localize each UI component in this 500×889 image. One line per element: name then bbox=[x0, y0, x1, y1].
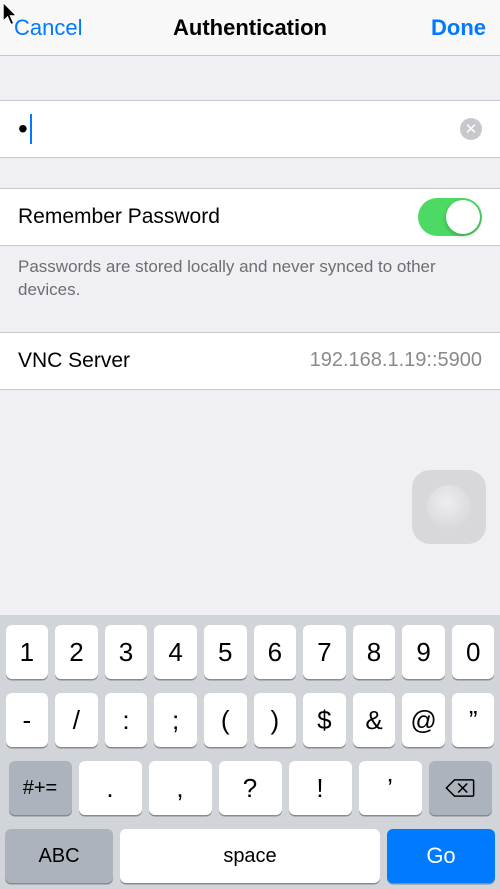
key-8[interactable]: 8 bbox=[353, 625, 396, 679]
key-”[interactable]: ” bbox=[452, 693, 495, 747]
key-7[interactable]: 7 bbox=[303, 625, 346, 679]
key-space[interactable]: space bbox=[120, 829, 380, 883]
remember-password-toggle[interactable] bbox=[418, 198, 482, 236]
key-abc[interactable]: ABC bbox=[5, 829, 113, 883]
key-@[interactable]: @ bbox=[402, 693, 445, 747]
key-9[interactable]: 9 bbox=[402, 625, 445, 679]
keyboard: 1234567890 -/:;()$&@” #+= .,?!’ ABC spac… bbox=[0, 615, 500, 889]
key-3[interactable]: 3 bbox=[105, 625, 148, 679]
key-5[interactable]: 5 bbox=[204, 625, 247, 679]
vnc-server-row: VNC Server 192.168.1.19::5900 bbox=[0, 333, 500, 389]
vnc-server-value: 192.168.1.19::5900 bbox=[310, 349, 482, 372]
clear-text-icon[interactable]: ✕ bbox=[460, 118, 482, 140]
key-?[interactable]: ? bbox=[219, 761, 282, 815]
key-$[interactable]: $ bbox=[303, 693, 346, 747]
vnc-server-label: VNC Server bbox=[18, 349, 310, 373]
remember-group: Remember Password bbox=[0, 188, 500, 246]
key-:[interactable]: : bbox=[105, 693, 148, 747]
backspace-icon bbox=[445, 777, 475, 799]
key-.[interactable]: . bbox=[79, 761, 142, 815]
key-0[interactable]: 0 bbox=[452, 625, 495, 679]
server-group: VNC Server 192.168.1.19::5900 bbox=[0, 332, 500, 390]
key-![interactable]: ! bbox=[289, 761, 352, 815]
key-&[interactable]: & bbox=[353, 693, 396, 747]
x-icon: ✕ bbox=[465, 122, 478, 137]
toggle-knob bbox=[446, 200, 480, 234]
key-go[interactable]: Go bbox=[387, 829, 495, 883]
key-’[interactable]: ’ bbox=[359, 761, 422, 815]
key-)[interactable]: ) bbox=[254, 693, 297, 747]
key-/[interactable]: / bbox=[55, 693, 98, 747]
password-masked-value: • bbox=[18, 115, 28, 143]
key-,[interactable]: , bbox=[149, 761, 212, 815]
key-6[interactable]: 6 bbox=[254, 625, 297, 679]
key-backspace[interactable] bbox=[429, 761, 492, 815]
key-([interactable]: ( bbox=[204, 693, 247, 747]
remember-password-label: Remember Password bbox=[18, 205, 418, 229]
cancel-button[interactable]: Cancel bbox=[14, 15, 82, 41]
key-;[interactable]: ; bbox=[154, 693, 197, 747]
text-caret bbox=[30, 114, 32, 144]
key-symbols[interactable]: #+= bbox=[9, 761, 72, 815]
navigation-bar: Cancel Authentication Done bbox=[0, 0, 500, 56]
password-group: • ✕ bbox=[0, 100, 500, 158]
key-1[interactable]: 1 bbox=[6, 625, 49, 679]
password-row[interactable]: • ✕ bbox=[0, 101, 500, 157]
key--[interactable]: - bbox=[6, 693, 49, 747]
assistive-touch-icon bbox=[427, 485, 471, 529]
remember-password-row: Remember Password bbox=[0, 189, 500, 245]
done-button[interactable]: Done bbox=[431, 15, 486, 41]
remember-password-note: Passwords are stored locally and never s… bbox=[0, 246, 500, 302]
key-4[interactable]: 4 bbox=[154, 625, 197, 679]
key-2[interactable]: 2 bbox=[55, 625, 98, 679]
assistive-touch-button[interactable] bbox=[412, 470, 486, 544]
